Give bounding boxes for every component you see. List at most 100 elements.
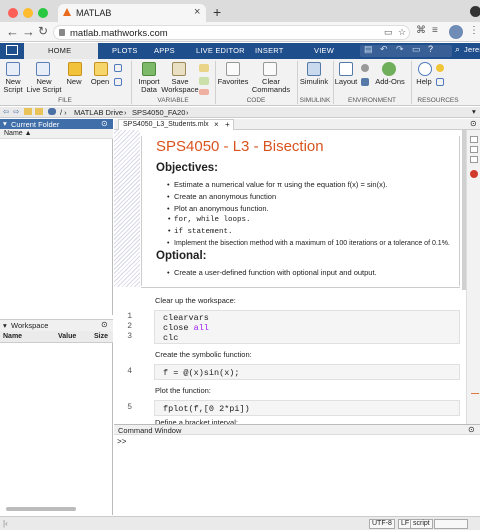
- workspace-scrollbar[interactable]: [6, 507, 76, 511]
- request-support-icon[interactable]: [436, 78, 444, 86]
- layout-toggle-icon[interactable]: [6, 45, 18, 55]
- new-live-script-button[interactable]: New Live Script: [26, 78, 62, 94]
- code-block[interactable]: clearvars close all clc: [154, 310, 460, 344]
- breadcrumb-folder[interactable]: SPS4050_FA20: [132, 108, 185, 117]
- breadcrumb-drive[interactable]: MATLAB Drive: [74, 108, 123, 117]
- help-quick-icon[interactable]: ?: [428, 44, 433, 54]
- back-folder-icon[interactable]: ⇦: [3, 107, 9, 116]
- output-inline-icon[interactable]: [470, 136, 478, 143]
- file-type-indicator[interactable]: script: [410, 519, 433, 529]
- close-window-dot[interactable]: [8, 8, 18, 18]
- editor-tab[interactable]: SPS4050_L3_Students.mlx × +: [118, 119, 234, 130]
- minimize-window-dot[interactable]: [23, 8, 33, 18]
- browse-folder-icon[interactable]: [35, 108, 43, 115]
- workspace-actions-icon[interactable]: ⊙: [101, 320, 108, 329]
- open-icon: [94, 62, 108, 76]
- forward-folder-icon[interactable]: ⇨: [13, 107, 19, 116]
- warning-marker: [471, 393, 479, 394]
- undo-icon[interactable]: ↶: [380, 44, 388, 55]
- tab-insert[interactable]: INSERT: [255, 46, 284, 55]
- switch-windows-icon[interactable]: ▭: [412, 44, 421, 55]
- path-dropdown-icon[interactable]: ▾: [472, 107, 476, 116]
- help-button[interactable]: Help: [410, 78, 438, 86]
- tab-home[interactable]: HOME: [24, 43, 98, 59]
- ws-size-col[interactable]: Size: [94, 333, 108, 340]
- drive-icon: [48, 108, 56, 115]
- save-workspace-button[interactable]: Save Workspace: [160, 78, 200, 94]
- command-window-actions-icon[interactable]: ⊙: [468, 425, 475, 434]
- home-ribbon: New Script New Live Script New Open FILE…: [0, 59, 480, 106]
- more-menu-icon[interactable]: ⋮: [469, 25, 479, 36]
- clear-commands-button[interactable]: Clear Commands: [250, 78, 292, 94]
- panel-actions-icon[interactable]: ⊙: [101, 119, 108, 128]
- clear-workspace-icon[interactable]: [199, 89, 209, 95]
- error-indicator-icon[interactable]: [470, 170, 478, 178]
- tab-title: MATLAB: [76, 8, 112, 18]
- new-tab-icon[interactable]: +: [213, 4, 221, 20]
- editor-side-toolbar: [466, 130, 480, 428]
- zoom-window-dot[interactable]: [38, 8, 48, 18]
- objectives-heading: Objectives:: [156, 162, 218, 174]
- command-window[interactable]: >>: [114, 435, 480, 517]
- line-number: 3: [127, 332, 132, 341]
- tab-view[interactable]: VIEW: [314, 46, 334, 55]
- star-icon[interactable]: ☆: [398, 27, 406, 38]
- position-indicator[interactable]: [434, 519, 468, 529]
- workspace-list[interactable]: [0, 343, 113, 515]
- ws-name-col[interactable]: Name: [3, 333, 22, 340]
- collapse-icon[interactable]: ▾: [3, 119, 7, 128]
- up-folder-icon[interactable]: [24, 108, 32, 115]
- tab-live-editor[interactable]: LIVE EDITOR: [196, 46, 245, 55]
- reading-list-icon[interactable]: ≡: [432, 25, 438, 36]
- cast-icon[interactable]: ▭: [384, 27, 393, 38]
- user-name[interactable]: Jeremy: [464, 45, 480, 54]
- preferences-icon[interactable]: [361, 64, 369, 72]
- new-button[interactable]: New: [60, 78, 88, 86]
- redo-icon[interactable]: ↷: [396, 44, 404, 55]
- workspace-collapse-icon[interactable]: ▾: [3, 321, 7, 330]
- output-right-icon[interactable]: [470, 146, 478, 153]
- new-script-button[interactable]: New Script: [0, 78, 26, 94]
- url-text: matlab.mathworks.com: [70, 28, 168, 39]
- addons-button[interactable]: Add-Ons: [372, 78, 408, 86]
- tab-apps[interactable]: APPS: [154, 46, 175, 55]
- live-editor-document[interactable]: SPS4050 - L3 - Bisection Objectives: Est…: [114, 130, 466, 424]
- ws-value-col[interactable]: Value: [58, 333, 76, 340]
- open-variable-icon[interactable]: [199, 77, 209, 85]
- clear-commands-icon: [263, 62, 277, 76]
- back-icon[interactable]: ←: [6, 24, 19, 39]
- layout-button[interactable]: Layout: [332, 78, 360, 86]
- new-file-icon[interactable]: +: [225, 120, 230, 129]
- parallel-icon[interactable]: [361, 78, 369, 86]
- browser-menu-dot-icon[interactable]: [470, 6, 480, 17]
- code-block[interactable]: f = @(x)sin(x);: [154, 364, 460, 380]
- hide-code-icon[interactable]: [470, 156, 478, 163]
- community-icon[interactable]: [436, 64, 444, 72]
- compare-icon[interactable]: [114, 78, 122, 86]
- close-file-icon[interactable]: ×: [214, 120, 219, 129]
- save-icon[interactable]: ▤: [364, 44, 373, 55]
- name-column-header[interactable]: Name ▲: [4, 130, 32, 137]
- find-files-icon[interactable]: [114, 64, 122, 72]
- url-field[interactable]: matlab.mathworks.com ▭ ☆: [53, 25, 410, 40]
- code-block[interactable]: fplot(f,[0 2*pi]): [154, 400, 460, 416]
- extensions-icon[interactable]: ⌘: [416, 25, 426, 36]
- search-icon[interactable]: ⌕: [455, 44, 460, 55]
- forward-icon[interactable]: →: [22, 24, 35, 39]
- new-variable-icon[interactable]: [199, 64, 209, 72]
- reload-icon[interactable]: ↻: [38, 24, 48, 38]
- profile-avatar[interactable]: [449, 25, 463, 39]
- close-tab-icon[interactable]: ×: [194, 6, 200, 18]
- open-button[interactable]: Open: [86, 78, 114, 86]
- optional-heading: Optional:: [156, 250, 207, 262]
- simulink-button[interactable]: Simulink: [296, 78, 332, 86]
- encoding-indicator[interactable]: UTF-8: [369, 519, 395, 529]
- section-divider: [141, 287, 460, 288]
- editor-actions-icon[interactable]: ⊙: [470, 119, 477, 128]
- objective-item: if statement.: [167, 228, 232, 236]
- current-folder-list[interactable]: [0, 139, 113, 315]
- tab-plots[interactable]: PLOTS: [112, 46, 138, 55]
- quick-access-toolbar[interactable]: ▤ ↶ ↷ ▭ ?: [360, 44, 452, 57]
- browser-tab[interactable]: MATLAB ×: [58, 4, 206, 22]
- favorites-button[interactable]: Favorites: [214, 78, 252, 86]
